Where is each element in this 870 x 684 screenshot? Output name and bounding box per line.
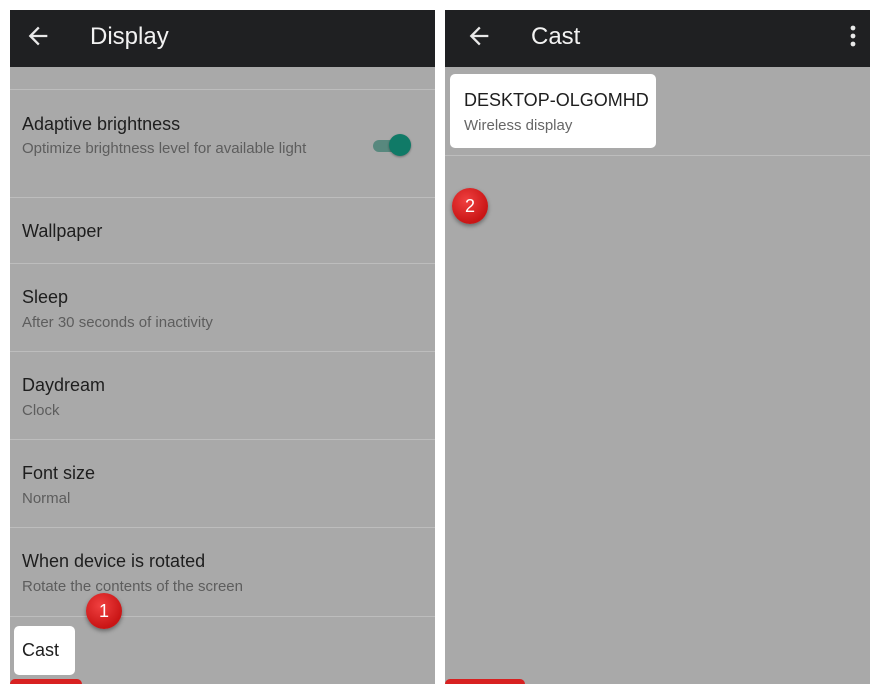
step-badge-1: 1 xyxy=(86,593,122,629)
step-badge-2: 2 xyxy=(452,188,488,224)
app-bar: Display xyxy=(10,10,435,67)
adaptive-brightness-toggle[interactable] xyxy=(373,133,413,157)
item-title: Font size xyxy=(22,463,96,483)
list-item-adaptive-brightness[interactable]: Adaptive brightness Optimize brightness … xyxy=(10,90,435,198)
screen-title: Cast xyxy=(531,23,581,50)
device-name: DESKTOP-OLGOMHD xyxy=(464,90,649,110)
list-item-device-rotated[interactable]: When device is rotated Rotate the conten… xyxy=(10,528,435,617)
screen-title: Display xyxy=(90,23,169,50)
device-type: Wireless display xyxy=(464,117,573,134)
item-title: Wallpaper xyxy=(22,221,103,241)
back-arrow-icon[interactable] xyxy=(24,22,52,50)
list-item-font-size[interactable]: Font size Normal xyxy=(10,440,435,528)
item-subtitle: After 30 seconds of inactivity xyxy=(22,314,213,331)
list-item-daydream[interactable]: Daydream Clock xyxy=(10,352,435,440)
toggle-knob xyxy=(389,134,411,156)
item-subtitle: Normal xyxy=(22,490,71,507)
list-item-cutoff xyxy=(10,67,435,90)
cast-label: Cast xyxy=(22,640,60,660)
cast-device-item[interactable]: DESKTOP-OLGOMHD Wireless display xyxy=(450,74,656,148)
item-title: When device is rotated xyxy=(22,551,206,571)
step-highlight-edge xyxy=(445,679,525,684)
panel-divider xyxy=(435,10,445,684)
item-subtitle: Clock xyxy=(22,402,60,419)
item-subtitle: Rotate the contents of the screen xyxy=(22,578,243,595)
cast-screen: Cast DESKTOP-OLGOMHD Wireless display 2 xyxy=(445,10,870,684)
cast-menu-item[interactable]: Cast xyxy=(14,626,75,675)
step-highlight-edge xyxy=(10,679,82,684)
display-settings-screen: Display Adaptive brightness Optimize bri… xyxy=(10,10,435,684)
item-title: Daydream xyxy=(22,375,106,395)
item-title: Sleep xyxy=(22,287,69,307)
list-item-wallpaper[interactable]: Wallpaper xyxy=(10,198,435,264)
app-bar: Cast xyxy=(445,10,870,67)
more-vert-icon[interactable] xyxy=(848,23,858,49)
item-subtitle: Optimize brightness level for available … xyxy=(22,140,307,157)
item-title: Adaptive brightness xyxy=(22,114,181,134)
list-item-sleep[interactable]: Sleep After 30 seconds of inactivity xyxy=(10,264,435,352)
back-arrow-icon[interactable] xyxy=(465,22,493,50)
